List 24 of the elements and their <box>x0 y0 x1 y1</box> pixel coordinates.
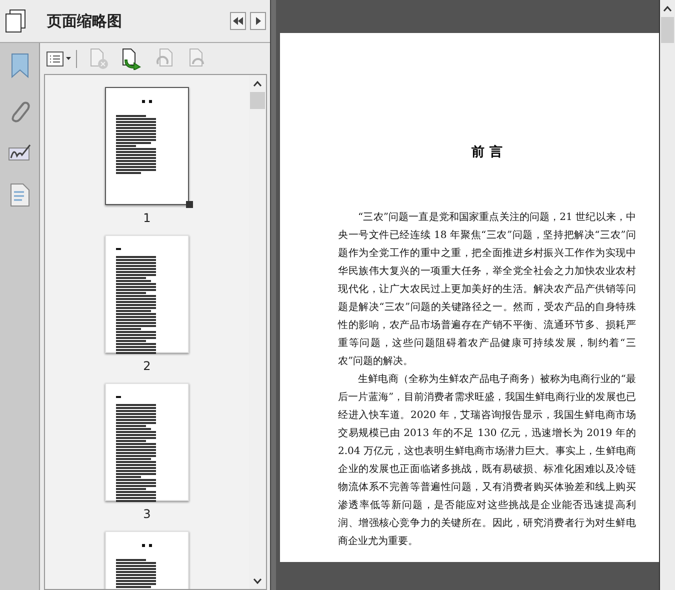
chevron-down-icon <box>253 578 262 584</box>
page-heading: 前 言 <box>470 144 504 161</box>
paragraph: “三农”问题一直是党和国家重点关注的问题，21 世纪以来，中央一号文件已经连续 18 年聚焦“三农”问题，坚持把解决“三农”问题作为全党工作的重中之重，把全面推进乡村振兴工作作为实现中华民族伟大复兴的一项重大任务，举全党全社会之力加快农业农村现代化，让广大农民过上更加美好的生活。解决农产品产供销等问题是解决“三农”问题的关键路径之一。然而，受农产品的自身特殊性的影响，农产品市场普遍存在产销不平衡、流通环节多、损耗严重等问题，这些问题阻碍着农产品健康可持续发展，制约着“三农”问题的解决。 <box>338 210 636 369</box>
page-number: 3 <box>143 507 151 521</box>
page-number: 1 <box>143 211 151 225</box>
expand-panel-button[interactable] <box>250 12 266 30</box>
pages-icon <box>5 9 27 33</box>
panel-title: 页面缩略图 <box>47 12 123 30</box>
collapse-panel-button[interactable] <box>230 12 246 30</box>
paragraph: 生鲜电商（全称为生鲜农产品电子商务）被称为电商行业的“最后一片蓝海”，目前消费者需求旺盛，我国生鲜电商行业的发展也已经进入快车道。2020 年，艾瑞咨询报告显示，我国生鲜电商市场交易规模已由 2013 年的不足 130 亿元，迅速增长为 2019 年的 2.04 万亿元，这也表明生鲜电商市场潜力巨大。事实上，生鲜电商企业的发展也正面临诸多挑战，既有易破损、标准化困难以及冷链物流体系不完善等普遍性问题，又有消费者购买体验差和线上购买渗透率低等新问题，是否能应对这些挑战是企业能否迅速提高利润、增强核心竞争力的关键所在。因此，研究消费者行为对生鲜电商企业尤为重要。 <box>338 372 636 549</box>
page-thumbnail[interactable] <box>105 87 189 205</box>
chevron-up-icon <box>253 80 262 86</box>
insert-page-button[interactable] <box>121 48 143 70</box>
paperclip-icon[interactable] <box>8 99 30 123</box>
chevron-up-icon <box>663 6 672 12</box>
document-icon[interactable] <box>10 183 30 207</box>
double-left-arrow-icon <box>232 16 244 26</box>
resize-handle[interactable] <box>186 201 193 208</box>
scrollbar-thumb[interactable] <box>250 92 265 109</box>
page-number: 2 <box>143 359 151 373</box>
scrollbar-thumb[interactable] <box>661 17 674 43</box>
signature-icon[interactable] <box>8 143 32 163</box>
right-arrow-icon <box>254 16 262 26</box>
options-menu-button[interactable] <box>46 51 72 67</box>
